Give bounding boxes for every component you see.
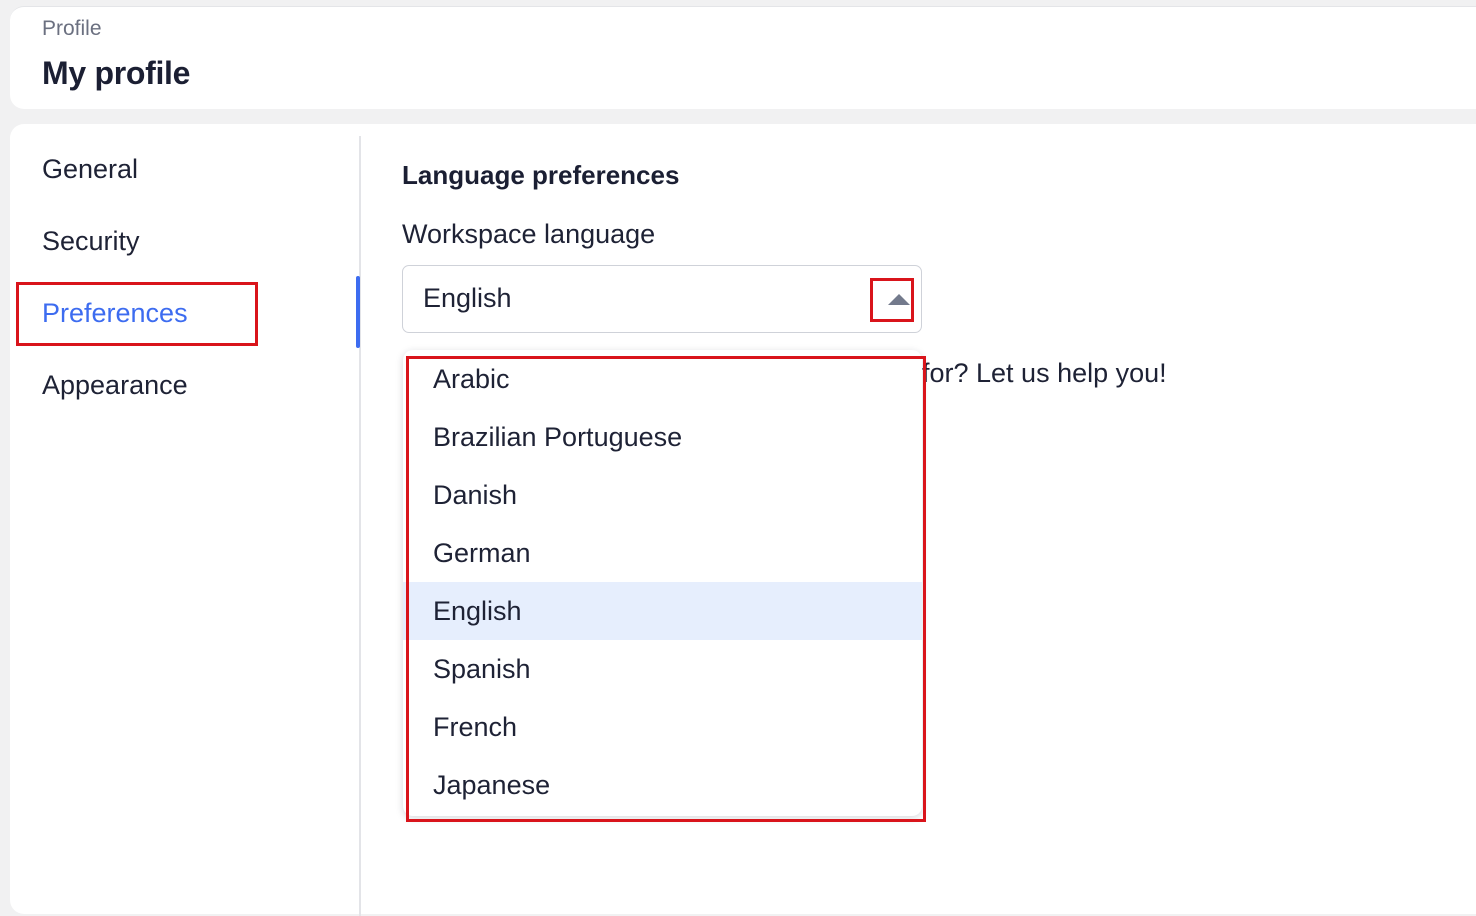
section-title: Language preferences [402,160,680,190]
caret-up-icon[interactable] [879,287,919,327]
workspace-language-select[interactable]: English [402,265,922,333]
help-text: for? Let us help you! [922,358,1167,388]
select-value: English [423,283,512,313]
sidebar-divider [359,136,361,916]
profile-header: Profile My profile [10,6,1476,109]
page-title: My profile [42,55,191,91]
sidebar-item-preferences[interactable]: Preferences [42,298,188,329]
main-panel: General Security Preferences Appearance … [10,124,1476,916]
dropdown-option-selected[interactable]: English [403,582,922,640]
sidebar-item-general[interactable]: General [42,154,138,185]
breadcrumb[interactable]: Profile [42,17,102,41]
dropdown-option[interactable]: Arabic [403,350,922,408]
caret-shape [888,294,910,305]
dropdown-option[interactable]: Danish [403,466,922,524]
sidebar-item-appearance[interactable]: Appearance [42,370,188,401]
sidebar-item-security[interactable]: Security [42,226,140,257]
dropdown-option[interactable]: Spanish [403,640,922,698]
workspace-language-label: Workspace language [402,219,656,249]
dropdown-option[interactable]: Japanese [403,756,922,814]
dropdown-option[interactable]: French [403,698,922,756]
dropdown-option[interactable]: Brazilian Portuguese [403,408,922,466]
active-tab-indicator [356,276,360,348]
dropdown-option[interactable]: German [403,524,922,582]
language-dropdown-list[interactable]: Arabic Brazilian Portuguese Danish Germa… [403,350,922,816]
